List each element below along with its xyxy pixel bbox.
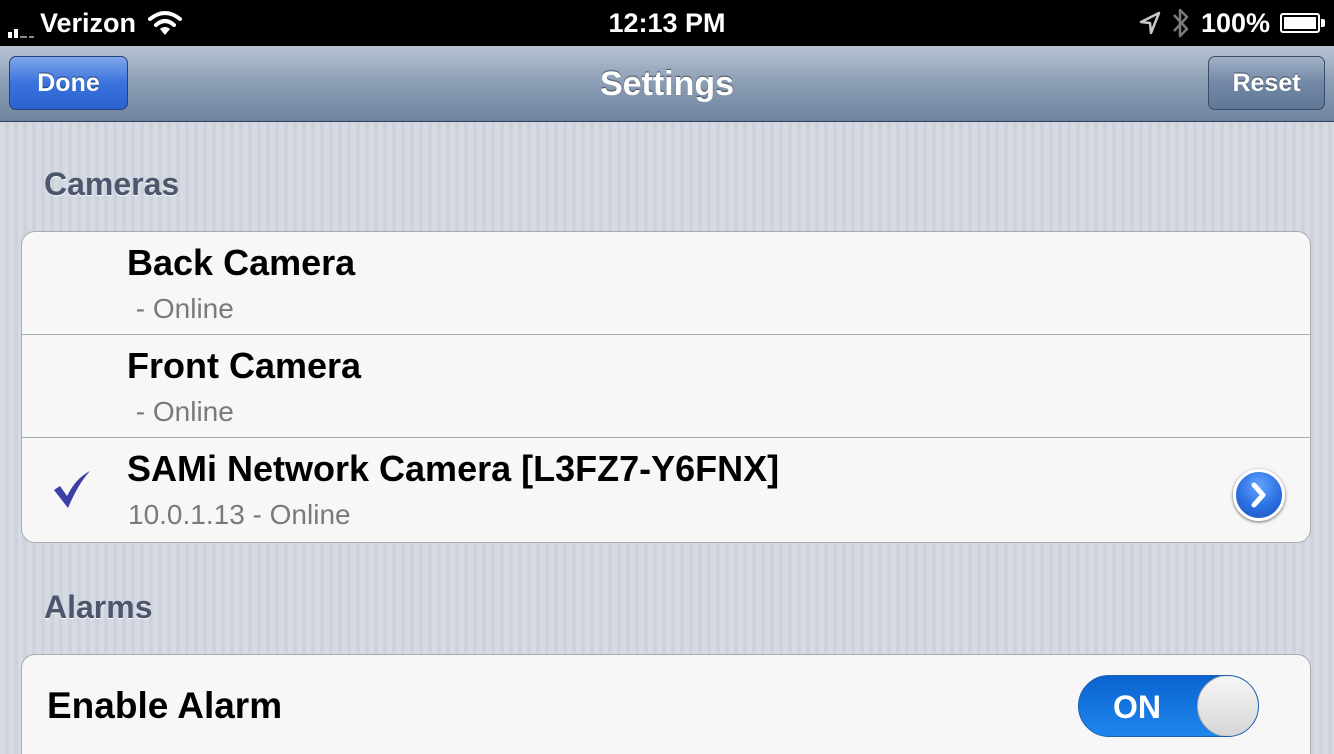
camera-name: SAMi Network Camera [L3FZ7-Y6FNX] [127,448,780,489]
status-right-group: 100% [1139,0,1325,46]
location-arrow-icon [1139,11,1161,35]
camera-name: Front Camera [127,345,362,386]
checkmark-icon [54,471,90,508]
cameras-section-header: Cameras [44,166,180,202]
status-time: 12:13 PM [608,8,726,38]
alarms-group: Enable Alarm ON [21,654,1311,754]
camera-row-back[interactable]: Back Camera - Online [22,232,1310,335]
settings-content[interactable]: Cameras Back Camera - Online Front Camer… [0,122,1334,754]
navigation-bar: Settings Done Reset [0,46,1334,122]
camera-row-front[interactable]: Front Camera - Online [22,335,1310,438]
battery-percent: 100% [1200,7,1270,38]
cameras-group: Back Camera - Online Front Camera - Onli… [21,231,1311,543]
toggle-knob[interactable] [1197,676,1258,736]
bluetooth-icon [1173,8,1189,38]
camera-status: - Online [128,396,234,427]
reset-button[interactable]: Reset [1208,56,1325,110]
battery-icon [1280,13,1325,33]
status-bar: Verizon 12:13 PM 100% [0,0,1334,46]
enable-alarm-toggle[interactable]: ON [1078,675,1259,737]
camera-name: Back Camera [127,242,356,283]
disclosure-button[interactable] [1233,469,1285,521]
disclosure-chevron-icon [1251,482,1266,508]
alarms-section-header: Alarms [44,589,153,625]
camera-row-sami-network[interactable]: SAMi Network Camera [L3FZ7-Y6FNX] 10.0.1… [22,438,1310,542]
camera-status: - Online [128,293,234,324]
enable-alarm-label: Enable Alarm [47,685,283,726]
done-button[interactable]: Done [9,56,128,110]
page-title: Settings [599,65,735,103]
toggle-state-label: ON [1113,689,1161,725]
enable-alarm-row: Enable Alarm ON [22,655,1310,754]
camera-status: 10.0.1.13 - Online [128,499,351,530]
